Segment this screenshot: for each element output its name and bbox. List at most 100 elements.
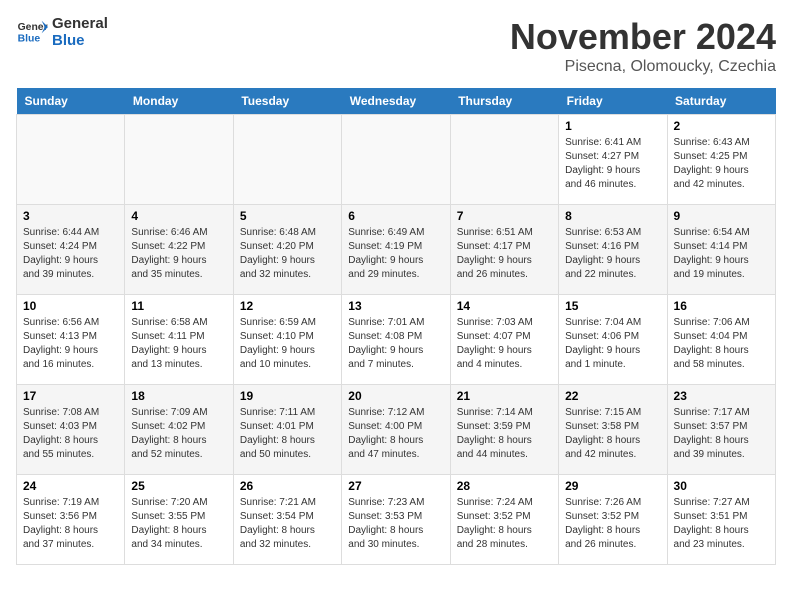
logo: General Blue General Blue bbox=[16, 16, 108, 49]
day-number: 23 bbox=[674, 389, 769, 403]
day-number: 9 bbox=[674, 209, 769, 223]
day-info: Sunrise: 7:12 AM Sunset: 4:00 PM Dayligh… bbox=[348, 406, 443, 462]
day-number: 21 bbox=[457, 389, 552, 403]
calendar-cell: 18 Sunrise: 7:09 AM Sunset: 4:02 PM Dayli… bbox=[125, 385, 233, 475]
day-info: Sunrise: 6:44 AM Sunset: 4:24 PM Dayligh… bbox=[23, 226, 118, 282]
day-info: Sunrise: 7:20 AM Sunset: 3:55 PM Dayligh… bbox=[131, 496, 226, 552]
calendar-cell: 23Sunrise: 7:17 AM Sunset: 3:57 PM Dayli… bbox=[667, 385, 775, 475]
weekday-header-friday: Friday bbox=[559, 88, 667, 115]
day-info: Sunrise: 6:46 AM Sunset: 4:22 PM Dayligh… bbox=[131, 226, 226, 282]
day-number: 15 bbox=[565, 299, 660, 313]
calendar-cell: 26 Sunrise: 7:21 AM Sunset: 3:54 PM Dayli… bbox=[233, 475, 341, 565]
title-section: November 2024 Pisecna, Olomoucky, Czechi… bbox=[510, 16, 776, 76]
day-number: 22 bbox=[565, 389, 660, 403]
day-number: 18 bbox=[131, 389, 226, 403]
calendar-cell: 2Sunrise: 6:43 AM Sunset: 4:25 PM Daylig… bbox=[667, 115, 775, 205]
day-info: Sunrise: 6:41 AM Sunset: 4:27 PM Dayligh… bbox=[565, 136, 660, 192]
day-info: Sunrise: 7:27 AM Sunset: 3:51 PM Dayligh… bbox=[674, 496, 769, 552]
day-number: 8 bbox=[565, 209, 660, 223]
weekday-header-tuesday: Tuesday bbox=[233, 88, 341, 115]
calendar-cell: 28 Sunrise: 7:24 AM Sunset: 3:52 PM Dayli… bbox=[450, 475, 558, 565]
day-number: 26 bbox=[240, 479, 335, 493]
calendar-cell: 12 Sunrise: 6:59 AM Sunset: 4:10 PM Dayli… bbox=[233, 295, 341, 385]
calendar-week-4: 17 Sunrise: 7:08 AM Sunset: 4:03 PM Dayli… bbox=[17, 385, 776, 475]
day-number: 1 bbox=[565, 119, 660, 133]
day-number: 27 bbox=[348, 479, 443, 493]
day-number: 16 bbox=[674, 299, 769, 313]
day-number: 4 bbox=[131, 209, 226, 223]
day-info: Sunrise: 7:08 AM Sunset: 4:03 PM Dayligh… bbox=[23, 406, 118, 462]
calendar-week-2: 3Sunrise: 6:44 AM Sunset: 4:24 PM Daylig… bbox=[17, 205, 776, 295]
logo-text-blue: Blue bbox=[52, 33, 108, 50]
calendar-cell: 3Sunrise: 6:44 AM Sunset: 4:24 PM Daylig… bbox=[17, 205, 125, 295]
day-info: Sunrise: 7:21 AM Sunset: 3:54 PM Dayligh… bbox=[240, 496, 335, 552]
calendar-cell bbox=[450, 115, 558, 205]
day-info: Sunrise: 6:43 AM Sunset: 4:25 PM Dayligh… bbox=[674, 136, 769, 192]
calendar-cell: 8Sunrise: 6:53 AM Sunset: 4:16 PM Daylig… bbox=[559, 205, 667, 295]
day-info: Sunrise: 6:54 AM Sunset: 4:14 PM Dayligh… bbox=[674, 226, 769, 282]
calendar-cell bbox=[17, 115, 125, 205]
day-number: 5 bbox=[240, 209, 335, 223]
calendar-week-1: 1 Sunrise: 6:41 AM Sunset: 4:27 PM Daylig… bbox=[17, 115, 776, 205]
day-number: 13 bbox=[348, 299, 443, 313]
calendar-cell bbox=[125, 115, 233, 205]
day-number: 6 bbox=[348, 209, 443, 223]
location-subtitle: Pisecna, Olomoucky, Czechia bbox=[510, 58, 776, 76]
day-info: Sunrise: 6:58 AM Sunset: 4:11 PM Dayligh… bbox=[131, 316, 226, 372]
calendar-cell: 16 Sunrise: 7:06 AM Sunset: 4:04 PM Dayli… bbox=[667, 295, 775, 385]
day-info: Sunrise: 7:24 AM Sunset: 3:52 PM Dayligh… bbox=[457, 496, 552, 552]
weekday-header-sunday: Sunday bbox=[17, 88, 125, 115]
day-info: Sunrise: 6:51 AM Sunset: 4:17 PM Dayligh… bbox=[457, 226, 552, 282]
day-number: 28 bbox=[457, 479, 552, 493]
calendar-cell: 19 Sunrise: 7:11 AM Sunset: 4:01 PM Dayli… bbox=[233, 385, 341, 475]
svg-text:Blue: Blue bbox=[18, 33, 41, 44]
day-number: 25 bbox=[131, 479, 226, 493]
calendar-cell: 5 Sunrise: 6:48 AM Sunset: 4:20 PM Daylig… bbox=[233, 205, 341, 295]
calendar-cell: 17 Sunrise: 7:08 AM Sunset: 4:03 PM Dayli… bbox=[17, 385, 125, 475]
calendar-cell: 1 Sunrise: 6:41 AM Sunset: 4:27 PM Daylig… bbox=[559, 115, 667, 205]
calendar-cell: 7 Sunrise: 6:51 AM Sunset: 4:17 PM Daylig… bbox=[450, 205, 558, 295]
weekday-header-saturday: Saturday bbox=[667, 88, 775, 115]
logo-icon: General Blue bbox=[16, 19, 48, 47]
weekday-header-wednesday: Wednesday bbox=[342, 88, 450, 115]
day-number: 11 bbox=[131, 299, 226, 313]
day-number: 12 bbox=[240, 299, 335, 313]
day-number: 20 bbox=[348, 389, 443, 403]
day-number: 19 bbox=[240, 389, 335, 403]
day-info: Sunrise: 6:59 AM Sunset: 4:10 PM Dayligh… bbox=[240, 316, 335, 372]
calendar-table: SundayMondayTuesdayWednesdayThursdayFrid… bbox=[16, 88, 776, 565]
day-info: Sunrise: 7:26 AM Sunset: 3:52 PM Dayligh… bbox=[565, 496, 660, 552]
calendar-week-5: 24Sunrise: 7:19 AM Sunset: 3:56 PM Dayli… bbox=[17, 475, 776, 565]
day-number: 29 bbox=[565, 479, 660, 493]
logo-text-general: General bbox=[52, 16, 108, 33]
calendar-cell: 14 Sunrise: 7:03 AM Sunset: 4:07 PM Dayli… bbox=[450, 295, 558, 385]
calendar-cell: 21Sunrise: 7:14 AM Sunset: 3:59 PM Dayli… bbox=[450, 385, 558, 475]
weekday-header-monday: Monday bbox=[125, 88, 233, 115]
calendar-cell: 10Sunrise: 6:56 AM Sunset: 4:13 PM Dayli… bbox=[17, 295, 125, 385]
header: General Blue General Blue November 2024 … bbox=[16, 16, 776, 76]
day-number: 10 bbox=[23, 299, 118, 313]
calendar-cell: 22 Sunrise: 7:15 AM Sunset: 3:58 PM Dayli… bbox=[559, 385, 667, 475]
calendar-cell: 29 Sunrise: 7:26 AM Sunset: 3:52 PM Dayli… bbox=[559, 475, 667, 565]
calendar-cell: 6Sunrise: 6:49 AM Sunset: 4:19 PM Daylig… bbox=[342, 205, 450, 295]
day-number: 7 bbox=[457, 209, 552, 223]
day-number: 30 bbox=[674, 479, 769, 493]
day-info: Sunrise: 7:19 AM Sunset: 3:56 PM Dayligh… bbox=[23, 496, 118, 552]
calendar-cell: 13Sunrise: 7:01 AM Sunset: 4:08 PM Dayli… bbox=[342, 295, 450, 385]
month-title: November 2024 bbox=[510, 16, 776, 58]
day-info: Sunrise: 7:03 AM Sunset: 4:07 PM Dayligh… bbox=[457, 316, 552, 372]
day-info: Sunrise: 7:09 AM Sunset: 4:02 PM Dayligh… bbox=[131, 406, 226, 462]
calendar-cell: 27 Sunrise: 7:23 AM Sunset: 3:53 PM Dayli… bbox=[342, 475, 450, 565]
day-number: 17 bbox=[23, 389, 118, 403]
weekday-header-thursday: Thursday bbox=[450, 88, 558, 115]
day-info: Sunrise: 7:23 AM Sunset: 3:53 PM Dayligh… bbox=[348, 496, 443, 552]
day-info: Sunrise: 7:15 AM Sunset: 3:58 PM Dayligh… bbox=[565, 406, 660, 462]
day-info: Sunrise: 7:06 AM Sunset: 4:04 PM Dayligh… bbox=[674, 316, 769, 372]
calendar-cell bbox=[342, 115, 450, 205]
day-info: Sunrise: 7:04 AM Sunset: 4:06 PM Dayligh… bbox=[565, 316, 660, 372]
day-number: 14 bbox=[457, 299, 552, 313]
calendar-week-3: 10Sunrise: 6:56 AM Sunset: 4:13 PM Dayli… bbox=[17, 295, 776, 385]
calendar-cell: 30 Sunrise: 7:27 AM Sunset: 3:51 PM Dayli… bbox=[667, 475, 775, 565]
day-info: Sunrise: 6:48 AM Sunset: 4:20 PM Dayligh… bbox=[240, 226, 335, 282]
day-info: Sunrise: 7:11 AM Sunset: 4:01 PM Dayligh… bbox=[240, 406, 335, 462]
